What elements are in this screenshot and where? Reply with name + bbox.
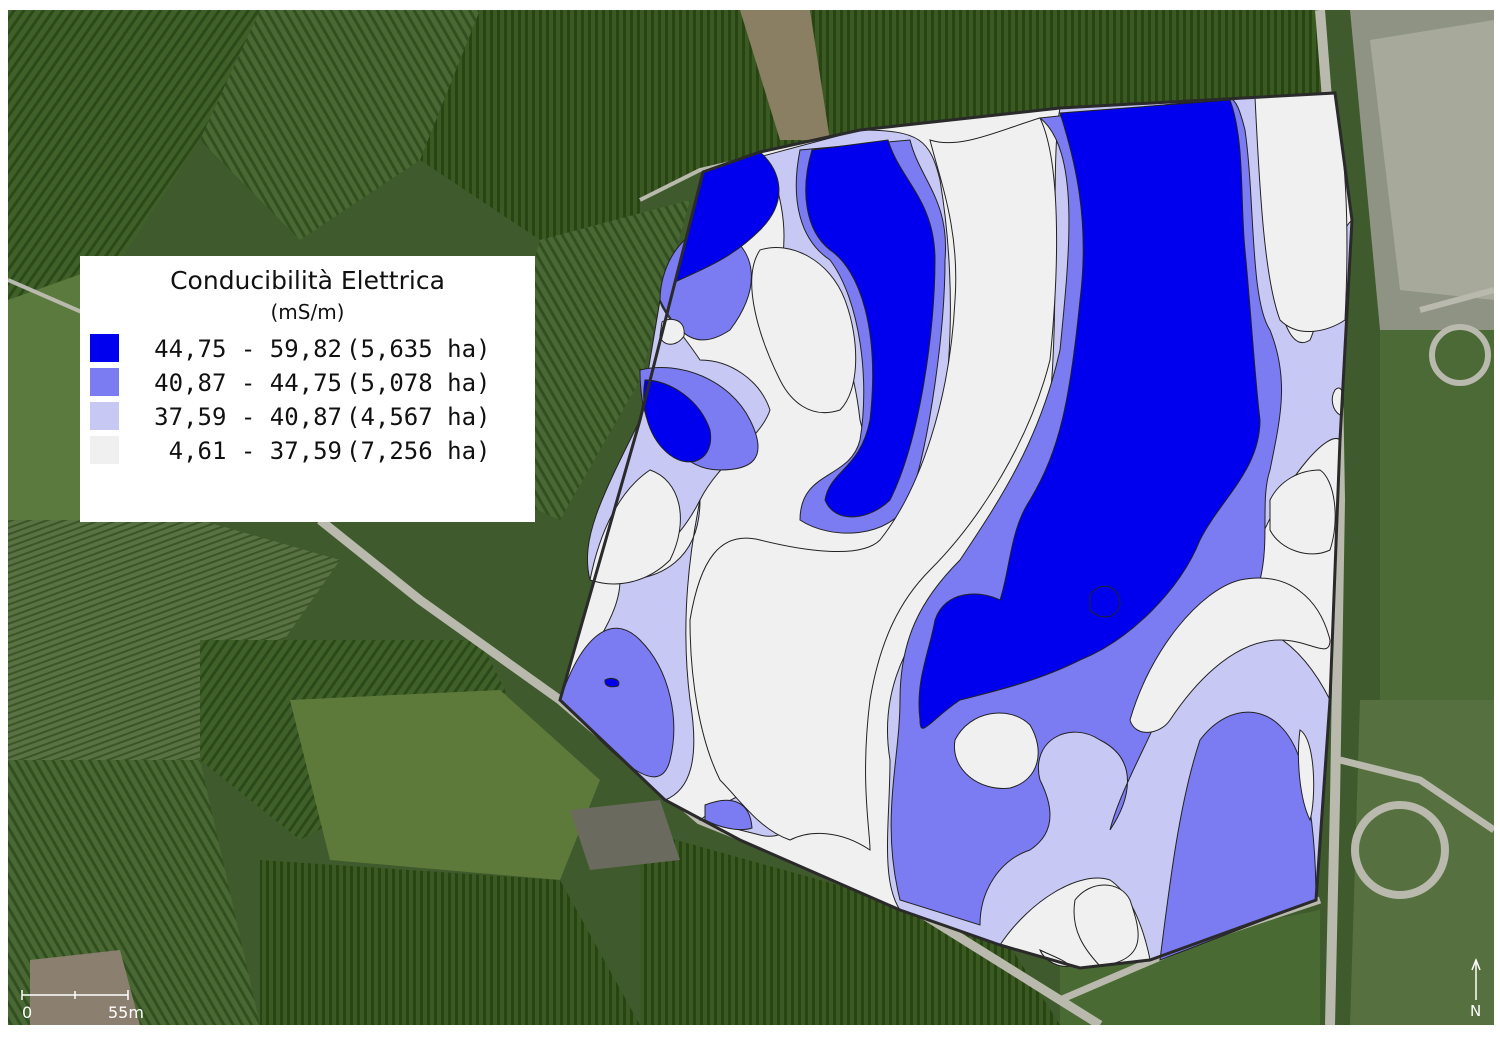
- legend-row: 44,75 - 59,82 (5,635 ha): [90, 334, 530, 364]
- legend-row: 4,61 - 37,59 (7,256 ha): [90, 436, 530, 466]
- legend-swatch: [90, 402, 119, 430]
- legend-row: 37,59 - 40,87 (4,567 ha): [90, 402, 530, 432]
- north-arrow-label: N: [1470, 1002, 1482, 1020]
- legend-area: (5,635 ha): [346, 335, 491, 363]
- legend-area: (4,567 ha): [346, 403, 491, 431]
- legend-swatch: [90, 368, 119, 396]
- legend-range: 4,61 - 37,59: [168, 437, 342, 465]
- legend-area: (5,078 ha): [346, 369, 491, 397]
- legend-units: (mS/m): [270, 300, 345, 324]
- legend-range: 37,59 - 40,87: [154, 403, 342, 431]
- legend-range: 40,87 - 44,75: [154, 369, 342, 397]
- scale-bar-start-label: 0: [22, 1003, 33, 1022]
- legend-row: 40,87 - 44,75 (5,078 ha): [90, 368, 530, 398]
- scale-bar-end-label: 55m: [108, 1003, 144, 1022]
- legend-swatch: [90, 334, 119, 362]
- legend-area: (7,256 ha): [346, 437, 491, 465]
- legend-range: 44,75 - 59,82: [154, 335, 342, 363]
- legend-title: Conducibilità Elettrica: [170, 266, 445, 295]
- legend: Conducibilità Elettrica (mS/m) 44,75 - 5…: [80, 256, 535, 522]
- legend-swatch: [90, 436, 119, 464]
